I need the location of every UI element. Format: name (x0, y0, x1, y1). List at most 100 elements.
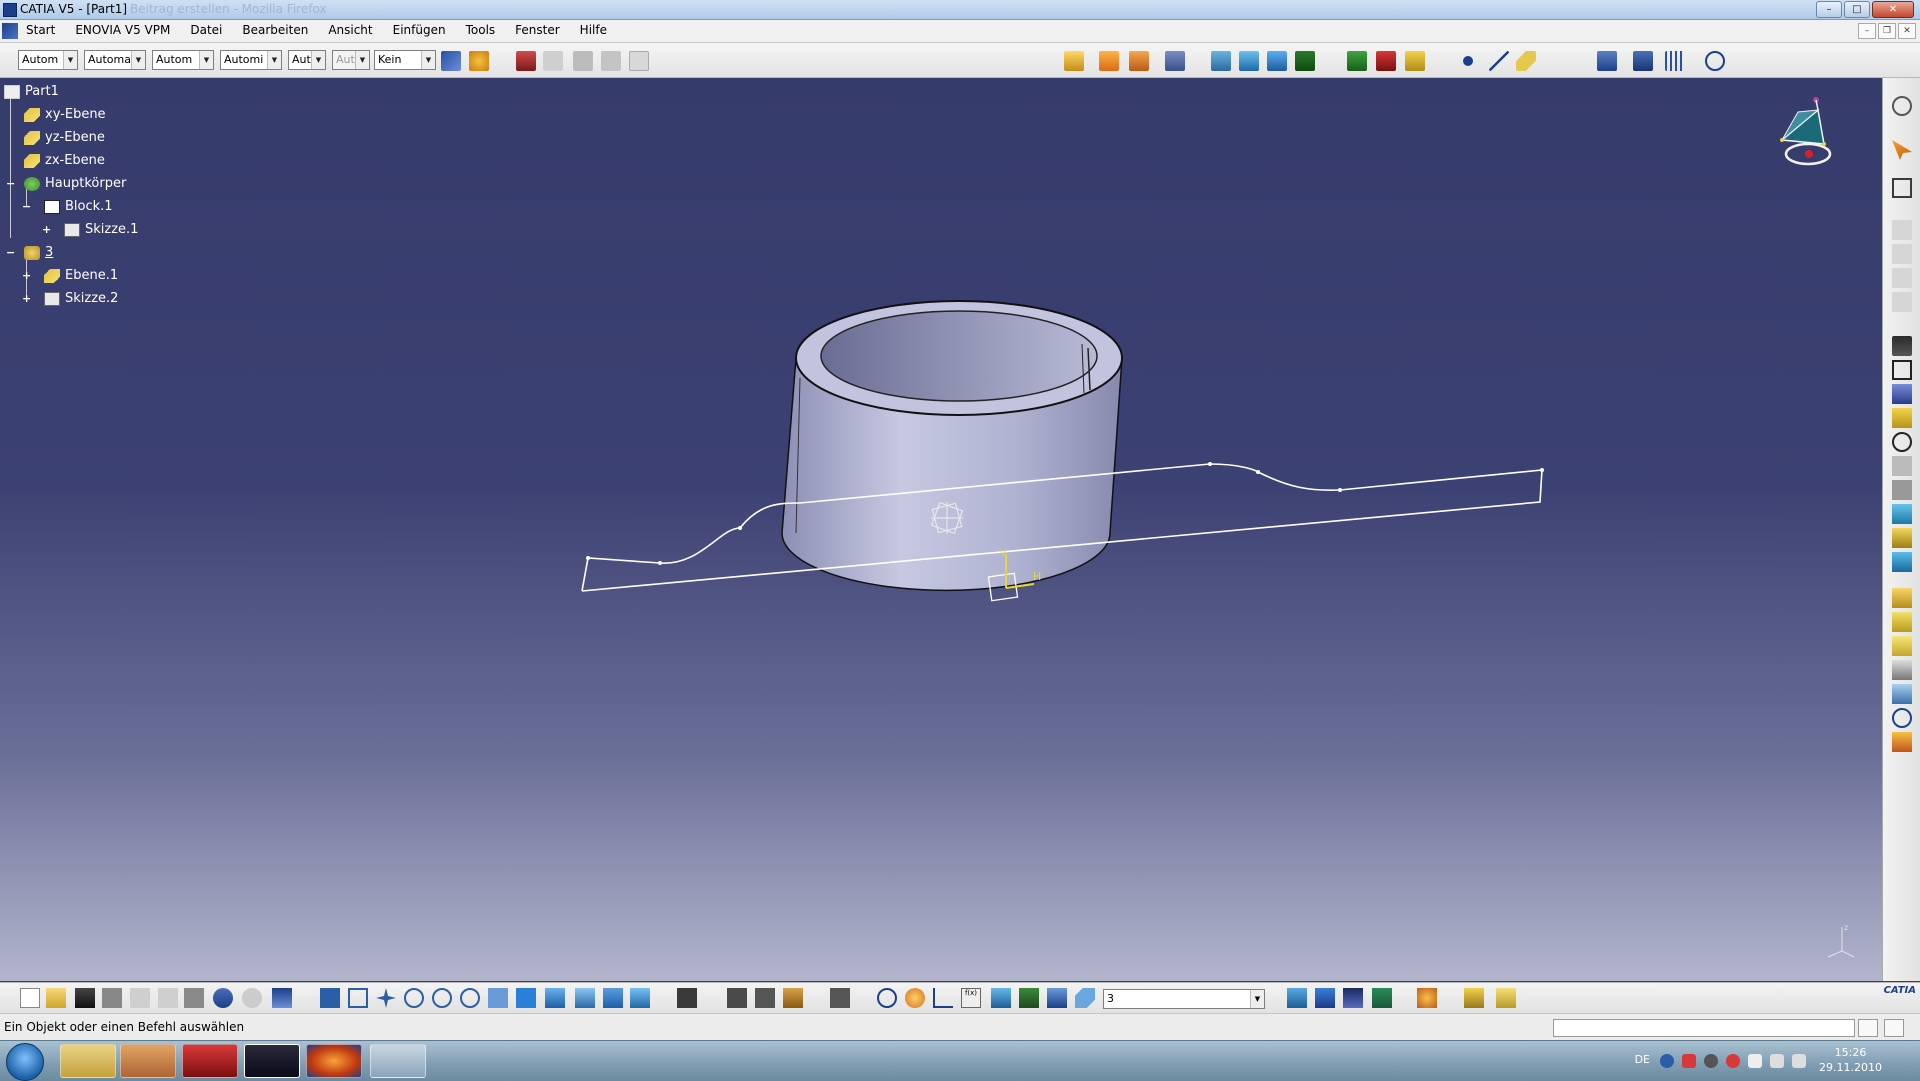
current-layer-select[interactable]: 3 ▼ (1103, 989, 1265, 1009)
multi-view-icon[interactable] (516, 988, 536, 1008)
table-icon[interactable] (991, 988, 1011, 1008)
maximize-button[interactable]: □ (1844, 1, 1870, 18)
groove-tool-icon[interactable] (1892, 408, 1912, 428)
apply-material-icon[interactable] (1417, 988, 1437, 1008)
solid-combine-icon[interactable] (1892, 528, 1912, 548)
fit-all-icon[interactable] (348, 988, 368, 1008)
zoom-out-icon[interactable] (460, 988, 480, 1008)
lineweight-combo[interactable]: Automi ▼ (220, 50, 282, 70)
remove-face-icon[interactable] (1892, 732, 1912, 752)
plane-icon[interactable] (1516, 51, 1536, 71)
clock[interactable]: 15:26 29.11.2010 (1819, 1045, 1882, 1075)
tree-expand-icon[interactable] (1047, 988, 1067, 1008)
stiffener-icon[interactable] (1892, 552, 1912, 572)
capture-icon[interactable] (830, 988, 850, 1008)
insert-body-icon[interactable] (1287, 988, 1307, 1008)
shading-icon[interactable] (575, 988, 595, 1008)
menu-einfuegen[interactable]: Einfügen (393, 23, 446, 37)
media-player-taskbar-button[interactable] (120, 1044, 176, 1078)
thread-icon[interactable] (1892, 708, 1912, 728)
hole-tool-icon[interactable] (1892, 432, 1912, 452)
close-button[interactable]: ✕ (1872, 1, 1914, 18)
menu-fenster[interactable]: Fenster (515, 23, 560, 37)
shell-icon[interactable] (1892, 660, 1912, 680)
plane-system-icon[interactable] (1211, 51, 1231, 71)
mdi-restore-button[interactable]: ❐ (1878, 23, 1896, 39)
whats-this-icon[interactable] (272, 988, 292, 1008)
shaft-tool-icon[interactable] (1892, 384, 1912, 404)
catia-taskbar-button[interactable] (244, 1044, 300, 1078)
ati-icon[interactable] (1682, 1054, 1696, 1068)
measure-item-icon[interactable] (601, 51, 621, 71)
circle-icon[interactable] (1892, 292, 1912, 312)
language-indicator[interactable]: DE (1635, 1053, 1650, 1066)
paste-icon[interactable] (184, 988, 204, 1008)
update-tray-icon[interactable] (1704, 1054, 1718, 1068)
catia-app-icon[interactable] (3, 3, 17, 17)
draft-icon[interactable] (1892, 636, 1912, 656)
save-icon[interactable] (75, 988, 95, 1008)
profile-icon[interactable] (1892, 244, 1912, 264)
line-icon[interactable] (1489, 51, 1509, 71)
thickness-tool-icon[interactable] (1892, 684, 1912, 704)
axis-system-icon[interactable] (933, 988, 953, 1008)
update-icon[interactable] (877, 988, 897, 1008)
assemble-icon[interactable] (1165, 51, 1185, 71)
explorer-taskbar-button[interactable] (60, 1044, 116, 1078)
menu-start[interactable]: Start (26, 23, 55, 37)
scan-icon[interactable] (1633, 51, 1653, 71)
sketch-solving-icon[interactable] (1376, 51, 1396, 71)
open-folder-icon[interactable] (46, 988, 66, 1008)
sketch-analysis-icon[interactable] (1347, 51, 1367, 71)
paint-taskbar-button[interactable] (370, 1044, 426, 1078)
firefox-taskbar-button[interactable] (306, 1044, 362, 1078)
pad-tool-icon[interactable] (1892, 336, 1912, 356)
network-icon[interactable] (1770, 1054, 1784, 1068)
model-canvas[interactable]: H V (0, 78, 1882, 981)
undo-icon[interactable] (213, 988, 233, 1008)
acrobat-taskbar-button[interactable] (182, 1044, 238, 1078)
chamfer-icon[interactable] (1892, 612, 1912, 632)
mdi-close-button[interactable]: ✕ (1898, 23, 1916, 39)
3d-viewport[interactable]: Part1 xy-Ebene yz-Ebene zx-Ebene − Haupt… (0, 78, 1882, 981)
linetype-combo[interactable]: Autom ▼ (152, 50, 214, 70)
cut-icon[interactable] (130, 988, 150, 1008)
constraint-analysis-icon[interactable] (1405, 51, 1425, 71)
instantiate-icon[interactable] (1496, 988, 1516, 1008)
menu-bearbeiten[interactable]: Bearbeiten (242, 23, 308, 37)
boolean-intersect-icon[interactable] (1129, 51, 1149, 71)
position-sketch-icon[interactable] (1892, 220, 1912, 240)
point-icon[interactable] (1463, 56, 1473, 66)
command-list-button[interactable] (1858, 1019, 1878, 1037)
copy-icon[interactable] (158, 988, 178, 1008)
surface-icon[interactable] (1239, 51, 1259, 71)
hide-show-view-icon[interactable] (603, 988, 623, 1008)
pad-solid-icon[interactable] (1295, 51, 1315, 71)
measure-between-icon[interactable] (727, 988, 747, 1008)
swap-space-icon[interactable] (630, 988, 650, 1008)
menu-enovia[interactable]: ENOVIA V5 VPM (75, 23, 170, 37)
pan-icon[interactable] (376, 988, 396, 1008)
multi-section-icon[interactable] (1892, 504, 1912, 524)
snapshot-icon[interactable] (677, 988, 697, 1008)
thickness-icon[interactable] (1267, 51, 1287, 71)
print-icon[interactable] (102, 988, 122, 1008)
formula-icon[interactable]: f(x) (961, 988, 981, 1008)
catalog-browser-icon[interactable] (1597, 51, 1617, 71)
grid-icon[interactable] (1665, 51, 1685, 71)
publication-icon[interactable] (1464, 988, 1484, 1008)
hide-show-icon[interactable] (516, 51, 536, 71)
snap-icon[interactable] (1705, 51, 1725, 71)
compass-icon[interactable] (1762, 88, 1832, 178)
start-menu-icon[interactable] (2, 23, 18, 39)
boolean-remove-icon[interactable] (1099, 51, 1119, 71)
minimize-button[interactable]: – (1816, 1, 1842, 18)
measure-inertia-icon[interactable] (755, 988, 775, 1008)
pocket-tool-icon[interactable] (1892, 360, 1912, 380)
cylinder-part[interactable] (781, 300, 1123, 592)
windows-start-button[interactable] (6, 1043, 44, 1081)
manipulate-icon[interactable] (905, 988, 925, 1008)
transparency-combo[interactable]: Automa ▼ (84, 50, 146, 70)
boolean-add-icon[interactable] (1064, 51, 1084, 71)
menu-hilfe[interactable]: Hilfe (580, 23, 607, 37)
